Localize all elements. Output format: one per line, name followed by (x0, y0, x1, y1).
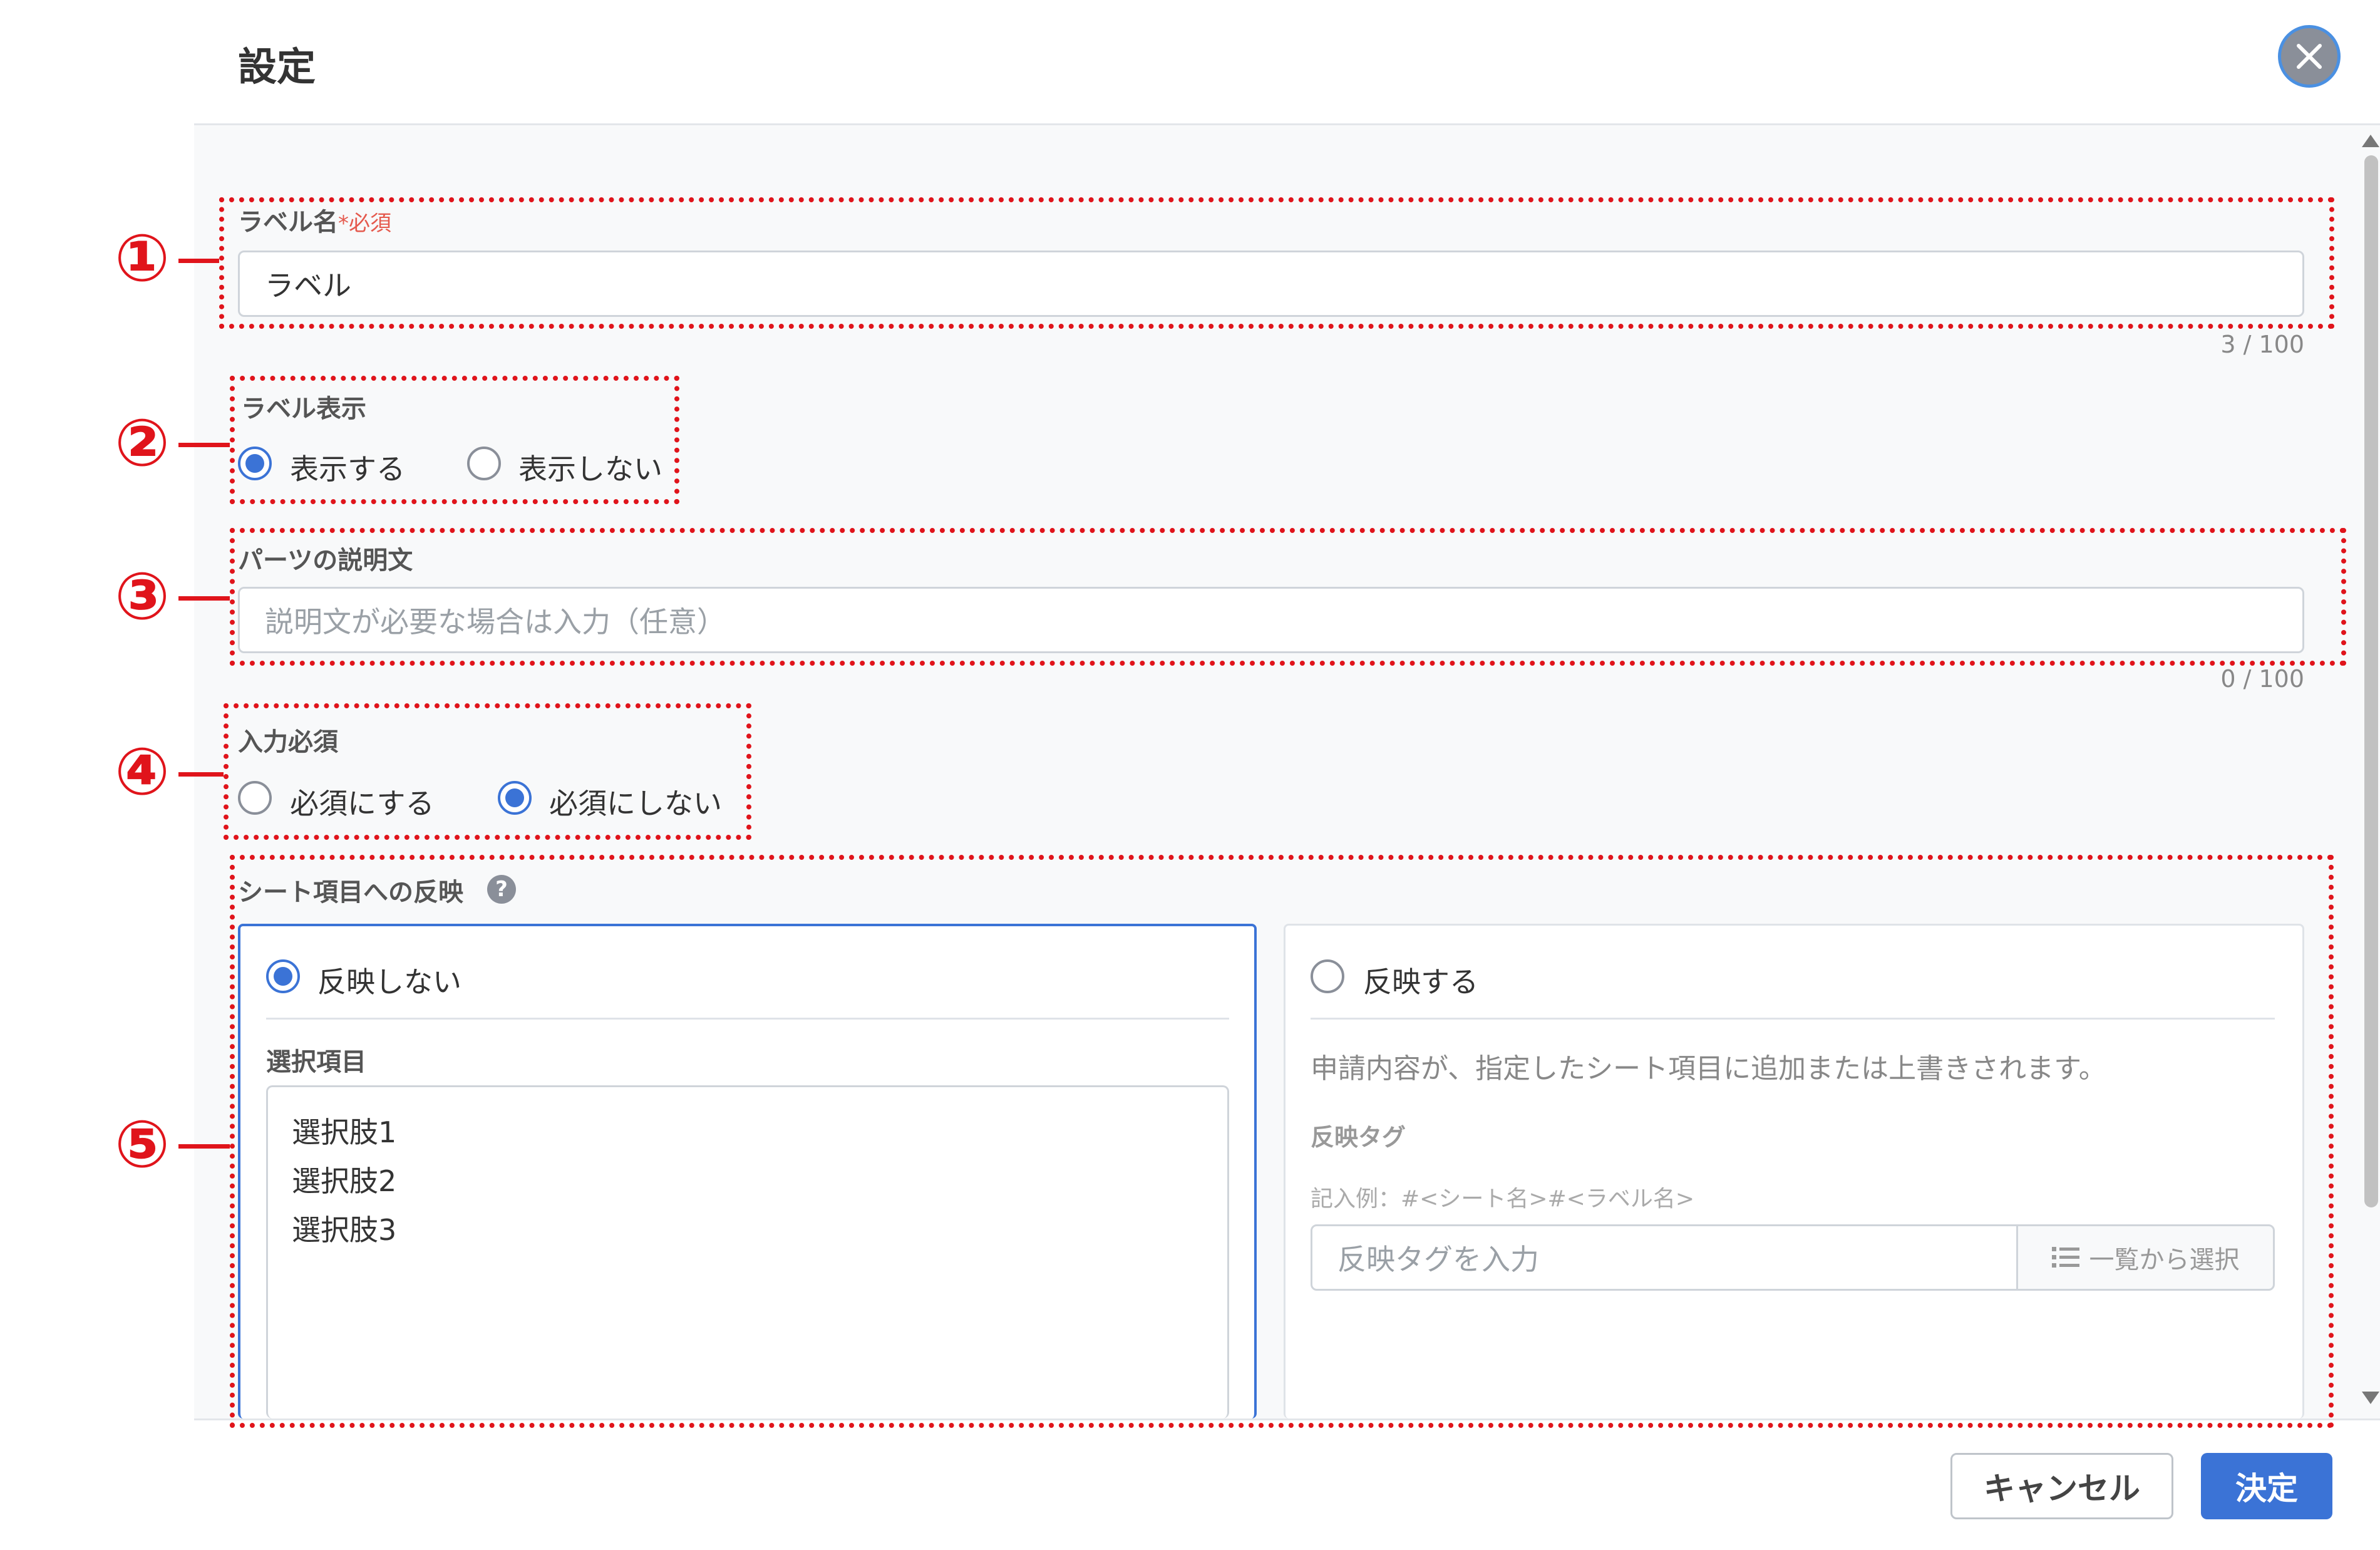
annotation-number-4: ④ (115, 733, 170, 810)
scroll-down-arrow-icon[interactable] (2362, 1392, 2379, 1404)
annotation-leader-5 (178, 1144, 230, 1149)
confirm-button[interactable]: 決定 (2201, 1453, 2332, 1519)
annotation-leader-3 (178, 596, 230, 601)
scrollbar-thumb[interactable] (2364, 155, 2378, 1207)
close-icon (2297, 44, 2322, 69)
annotation-box-3 (230, 528, 2346, 666)
annotation-number-2: ② (115, 405, 170, 481)
annotation-number-3: ③ (115, 558, 170, 634)
description-counter: 0 / 100 (2220, 665, 2304, 693)
close-button[interactable] (2278, 25, 2341, 88)
annotation-box-1 (219, 197, 2334, 329)
dialog-title: 設定 (238, 44, 316, 90)
label-name-counter: 3 / 100 (2220, 331, 2304, 358)
annotation-box-5 (230, 855, 2334, 1428)
annotation-box-2 (230, 376, 679, 504)
annotation-number-5: ⑤ (115, 1106, 170, 1182)
annotation-leader-4 (178, 772, 224, 777)
annotation-number-1: ① (115, 220, 170, 296)
cancel-button[interactable]: キャンセル (1950, 1453, 2173, 1519)
annotation-box-4 (224, 703, 751, 840)
annotation-leader-1 (178, 259, 219, 263)
annotation-leader-2 (178, 443, 230, 447)
scroll-up-arrow-icon[interactable] (2362, 135, 2379, 147)
